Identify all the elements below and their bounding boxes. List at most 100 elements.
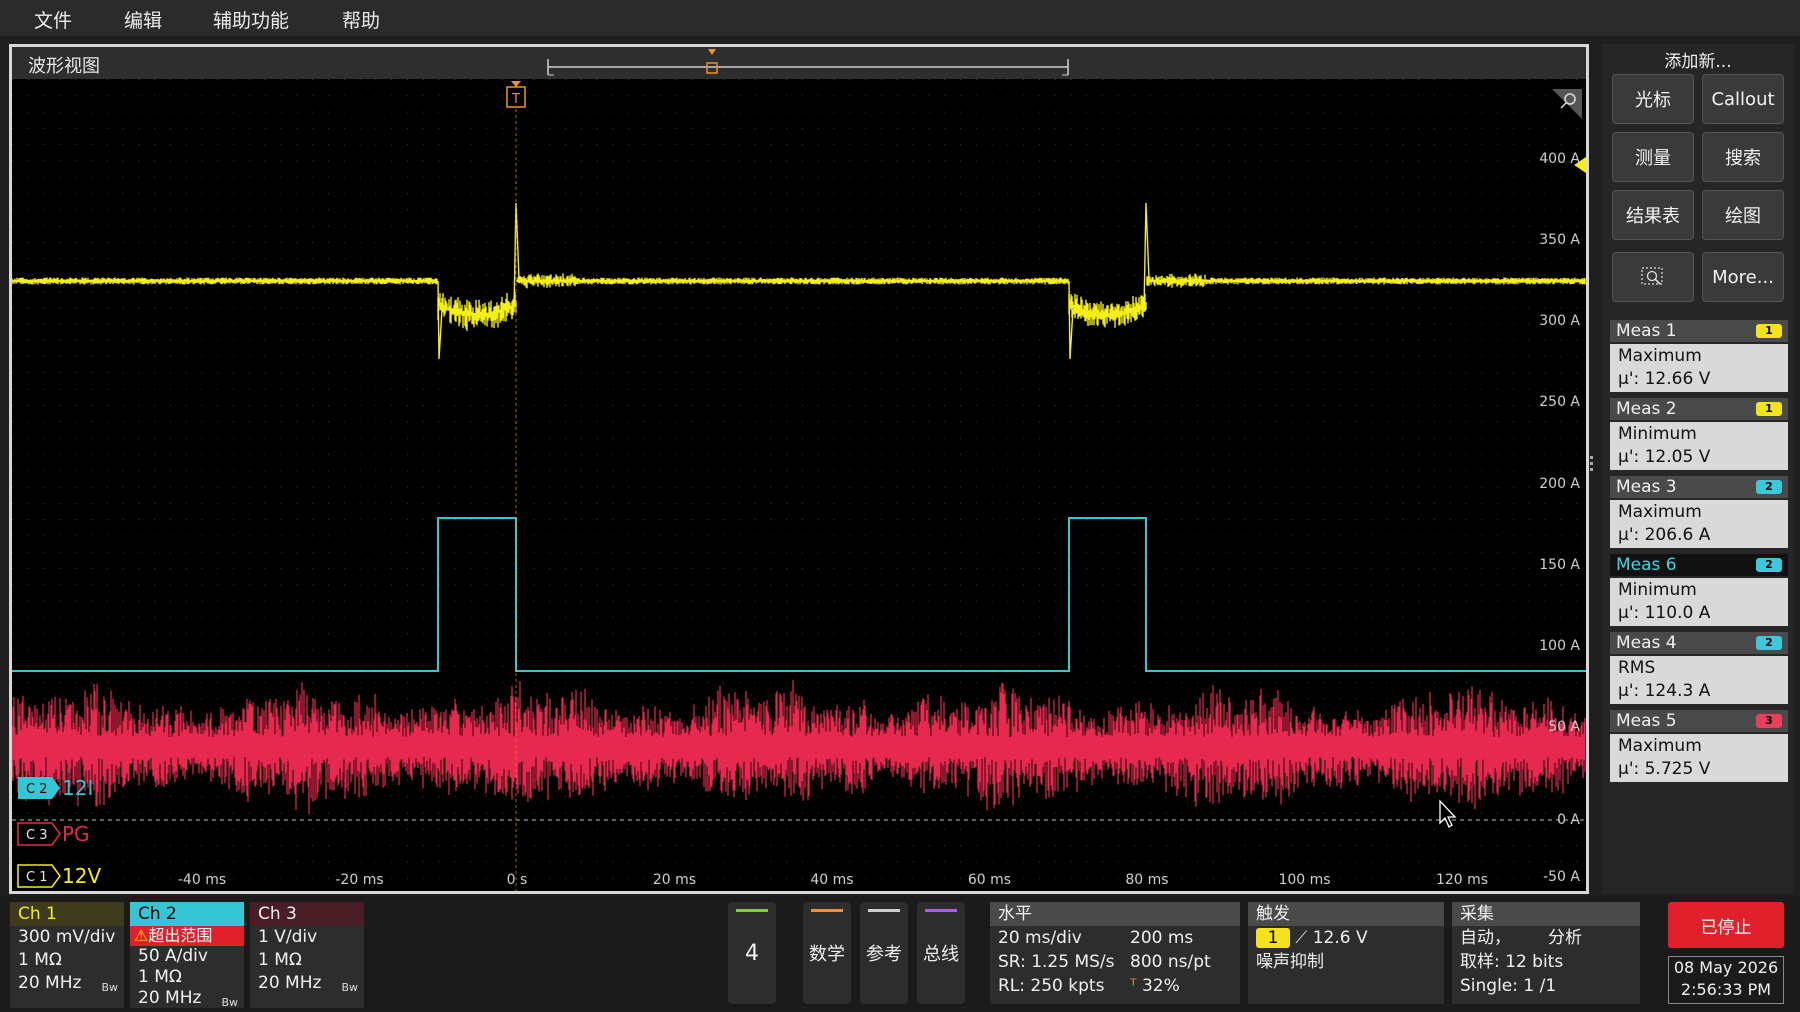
horizontal-title: 水平 (990, 902, 1240, 926)
ch2-over-range-warning: ⚠超出范围 (130, 926, 244, 946)
right-panel: 添加新... 光标 Callout 测量 搜索 结果表 绘图 More... M… (1590, 44, 1794, 894)
trigger-level: 12.6 V (1312, 928, 1368, 948)
y-tick-label: 50 A (1548, 719, 1580, 735)
measurement-value: µ': 110.0 A (1618, 603, 1711, 623)
acquisition-resolution: 取样: 12 bits (1460, 952, 1564, 972)
callout-button[interactable]: Callout (1702, 74, 1784, 124)
ch3-badge[interactable]: Ch 3 1 V/div 1 MΩ 20 MHz Bw (250, 902, 364, 1008)
ch3-impedance: 1 MΩ (258, 950, 302, 970)
measurement-value: µ': 124.3 A (1618, 681, 1711, 701)
ch4-label: 4 (745, 940, 759, 966)
acquisition-analysis: 分析 (1548, 928, 1582, 948)
more-button[interactable]: More... (1702, 252, 1784, 302)
svg-text:PG: PG (62, 822, 90, 846)
trigger-source: 1 (1256, 928, 1290, 948)
ch2-bandwidth: 20 MHz Bw (130, 988, 244, 1009)
measurement-value: µ': 206.6 A (1618, 525, 1711, 545)
measurement-type: Maximum (1618, 346, 1702, 366)
measurement-card[interactable]: Meas 6 2 Minimum µ': 110.0 A (1610, 554, 1788, 626)
measurement-type: Minimum (1618, 424, 1697, 444)
y-tick-label: -50 A (1543, 869, 1580, 885)
measurement-body: Maximum µ': 5.725 V (1610, 734, 1788, 782)
waveform-title: 波形视图 (28, 56, 100, 77)
ch2-scale: 50 A/div (138, 946, 208, 966)
ch4-button[interactable]: 4 (728, 902, 776, 1004)
menu-edit[interactable]: 编辑 (124, 6, 162, 33)
x-tick-label: 40 ms (810, 872, 853, 888)
ch1-bandwidth: 20 MHz Bw (10, 972, 124, 995)
reference-button[interactable]: 参考 (860, 902, 908, 1004)
measurement-card[interactable]: Meas 3 2 Maximum µ': 206.6 A (1610, 476, 1788, 548)
measurement-card[interactable]: Meas 4 2 RMS µ': 124.3 A (1610, 632, 1788, 704)
bandwidth-limit-icon: Bw (101, 981, 118, 994)
measurement-body: Maximum µ': 12.66 V (1610, 344, 1788, 392)
time-per-point: 800 ns/pt (1130, 952, 1211, 972)
channel-badge-c3[interactable]: C 3 PG (17, 822, 90, 846)
record-length: RL: 250 kpts (998, 976, 1105, 996)
x-tick-label: 20 ms (653, 872, 696, 888)
acquisition-mode: 自动， (1460, 928, 1511, 948)
trigger-title: 触发 (1248, 902, 1444, 926)
y-tick-label: 0 A (1557, 812, 1580, 828)
record-overview[interactable] (532, 47, 1132, 79)
x-tick-label: 100 ms (1278, 872, 1330, 888)
menu-accessibility[interactable]: 辅助功能 (213, 6, 289, 33)
warning-icon: ⚠ (134, 926, 149, 945)
svg-text:C 1: C 1 (26, 870, 47, 885)
ch2-badge[interactable]: Ch 2 ⚠超出范围 50 A/div 1 MΩ 20 MHz Bw (130, 902, 244, 1009)
measurement-title: Meas 11 (1610, 320, 1788, 342)
add-new-title: 添加新... (1664, 52, 1732, 72)
y-tick-label: 150 A (1539, 557, 1580, 573)
waveform-plot[interactable]: 400 A 350 A 300 A 250 A 200 A 150 A 100 A 50 A 0… (12, 79, 1586, 891)
y-tick-label: 300 A (1539, 313, 1580, 329)
time: 2:56:33 PM (1680, 980, 1772, 999)
measurement-source-badge: 1 (1756, 402, 1782, 416)
rising-edge-icon: ⟋ (1295, 928, 1308, 948)
trigger-badge[interactable]: 触发 1 ⟋ 12.6 V 噪声抑制 (1248, 902, 1444, 1004)
search-button[interactable]: 搜索 (1702, 132, 1784, 182)
ch3-bandwidth: 20 MHz Bw (250, 972, 364, 995)
y-tick-label: 200 A (1539, 476, 1580, 492)
ch1-badge[interactable]: Ch 1 300 mV/div 1 MΩ 20 MHz Bw (10, 902, 124, 1008)
panel-resize-handle[interactable] (1590, 456, 1594, 476)
measurement-card[interactable]: Meas 5 3 Maximum µ': 5.725 V (1610, 710, 1788, 782)
measure-button[interactable]: 测量 (1612, 132, 1694, 182)
zoom-select-icon (1641, 267, 1663, 285)
svg-text:12I: 12I (62, 776, 93, 800)
ch2-title: Ch 2 (130, 902, 244, 926)
menu-bar: 文件 编辑 辅助功能 帮助 (0, 0, 1800, 36)
math-button[interactable]: 数学 (803, 902, 851, 1004)
measurement-source-badge: 2 (1756, 636, 1782, 650)
sample-rate: SR: 1.25 MS/s (998, 952, 1115, 972)
date-time: 08 May 2026 2:56:33 PM (1668, 956, 1784, 1004)
measurement-body: Minimum µ': 12.05 V (1610, 422, 1788, 470)
x-tick-label: -40 ms (178, 872, 226, 888)
plot-button[interactable]: 绘图 (1702, 190, 1784, 240)
measurement-value: µ': 12.05 V (1618, 447, 1711, 467)
acquisition-badge[interactable]: 采集 自动， 分析 取样: 12 bits Single: 1 /1 (1452, 902, 1640, 1004)
cursor-button[interactable]: 光标 (1612, 74, 1694, 124)
trigger-position-icon: ᵀ (1130, 976, 1137, 996)
measurement-type: Maximum (1618, 502, 1702, 522)
y-tick-label: 350 A (1539, 232, 1580, 248)
measurement-type: Maximum (1618, 736, 1702, 756)
ch2-impedance: 1 MΩ (138, 967, 182, 987)
results-table-button[interactable]: 结果表 (1612, 190, 1694, 240)
bus-button[interactable]: 总线 (917, 902, 965, 1004)
menu-help[interactable]: 帮助 (342, 6, 380, 33)
menu-file[interactable]: 文件 (34, 6, 72, 33)
measurement-title: Meas 53 (1610, 710, 1788, 732)
bandwidth-limit-icon: Bw (221, 996, 238, 1009)
svg-text:C 2: C 2 (26, 782, 47, 797)
svg-text:C 3: C 3 (26, 828, 47, 843)
measurement-card[interactable]: Meas 2 1 Minimum µ': 12.05 V (1610, 398, 1788, 470)
measurement-value: µ': 5.725 V (1618, 759, 1711, 779)
waveform-view[interactable]: 波形视图 400 A 350 A 300 A 250 A 200 A 150 A 100 A… (9, 44, 1589, 894)
run-stop-button[interactable]: 已停止 (1668, 902, 1784, 948)
measurement-card[interactable]: Meas 1 1 Maximum µ': 12.66 V (1610, 320, 1788, 392)
ch1-scale: 300 mV/div (18, 927, 116, 947)
measurement-title: Meas 32 (1610, 476, 1788, 498)
zoom-select-button[interactable] (1612, 252, 1694, 302)
reference-label: 参考 (866, 944, 902, 965)
horizontal-badge[interactable]: 水平 20 ms/div 200 ms SR: 1.25 MS/s 800 ns/p… (990, 902, 1240, 1004)
